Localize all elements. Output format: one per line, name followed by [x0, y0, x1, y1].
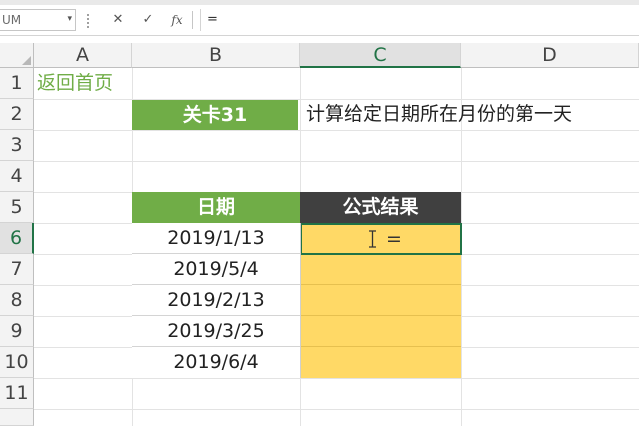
row-header-1[interactable]: 1 — [0, 68, 34, 99]
gridline — [34, 161, 639, 162]
column-header-b[interactable]: B — [132, 43, 300, 68]
formula-separator — [192, 11, 193, 29]
table-divider — [300, 223, 301, 378]
level-badge: 关卡31 — [132, 100, 298, 130]
row-header-2[interactable]: 2 — [0, 99, 34, 130]
formula-text: = — [207, 12, 218, 27]
row-header-8[interactable]: 8 — [0, 285, 34, 316]
date-cell[interactable]: 2019/6/4 — [132, 347, 300, 378]
text-cursor-icon — [369, 230, 376, 248]
cancel-icon[interactable]: ✕ — [108, 11, 128, 29]
formula-bar: UM ▾ ✕ ✓ fx = — [0, 5, 639, 36]
row-header-12[interactable] — [0, 409, 34, 426]
result-cell[interactable] — [300, 316, 461, 347]
check-icon[interactable]: ✓ — [138, 11, 158, 29]
name-box-value: UM — [2, 13, 22, 27]
active-cell-text: = — [386, 228, 402, 250]
column-header-d[interactable]: D — [461, 43, 639, 68]
row-header-3[interactable]: 3 — [0, 130, 34, 161]
column-header-a[interactable]: A — [34, 43, 132, 68]
row-header-11[interactable]: 11 — [0, 378, 34, 409]
header-result: 公式结果 — [300, 192, 461, 223]
select-all-icon — [22, 56, 31, 65]
column-header-c[interactable]: C — [300, 43, 461, 68]
fx-icon[interactable]: fx — [167, 11, 187, 29]
date-cell[interactable]: 2019/5/4 — [132, 254, 300, 285]
row-header-5[interactable]: 5 — [0, 192, 34, 223]
row-header-10[interactable]: 10 — [0, 347, 34, 378]
date-cell[interactable]: 2019/1/13 — [132, 223, 300, 254]
date-cell[interactable]: 2019/3/25 — [132, 316, 300, 347]
gridline — [34, 130, 639, 131]
name-box[interactable]: UM ▾ — [0, 9, 76, 31]
select-all-corner[interactable] — [0, 43, 34, 68]
row-header-7[interactable]: 7 — [0, 254, 34, 285]
result-cell[interactable] — [300, 285, 461, 316]
gridline — [34, 409, 639, 410]
row-header-9[interactable]: 9 — [0, 316, 34, 347]
task-description: 计算给定日期所在月份的第一天 — [306, 103, 573, 125]
active-result-cell[interactable]: = — [300, 223, 462, 255]
back-home-link[interactable]: 返回首页 — [37, 68, 113, 99]
header-date: 日期 — [132, 192, 300, 223]
date-cell[interactable]: 2019/2/13 — [132, 285, 300, 316]
grip-handle[interactable] — [87, 14, 91, 28]
chevron-down-icon[interactable]: ▾ — [67, 14, 72, 24]
row-header-6[interactable]: 6 — [0, 223, 34, 254]
result-cell[interactable] — [300, 255, 461, 285]
result-cell[interactable] — [300, 347, 461, 378]
gridline — [34, 378, 639, 379]
formula-input[interactable]: = — [200, 9, 639, 31]
row-header-4[interactable]: 4 — [0, 161, 34, 192]
